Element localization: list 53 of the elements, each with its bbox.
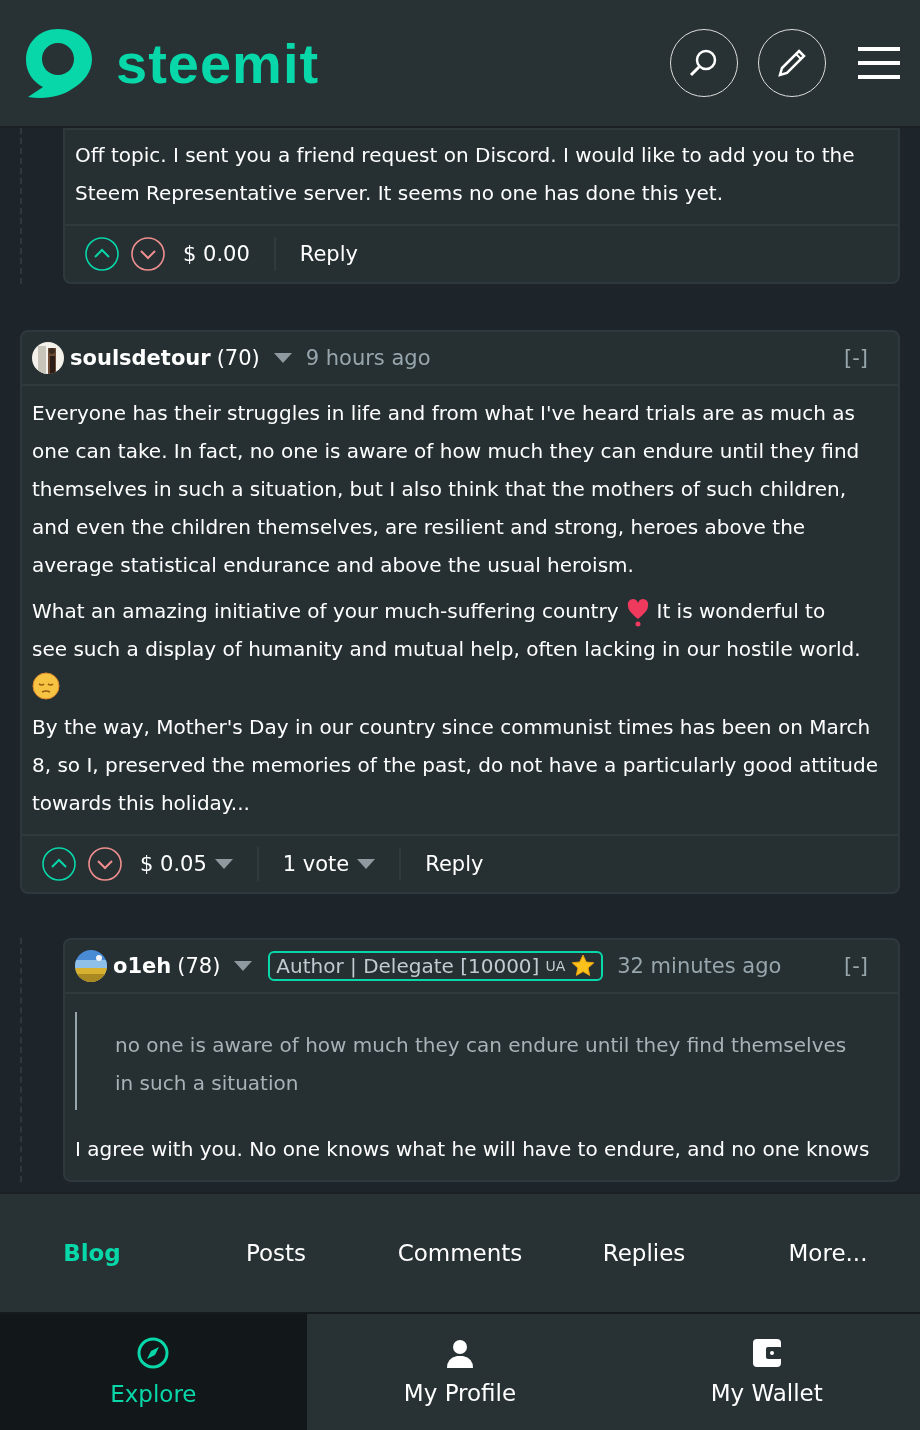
chevron-up-icon: [85, 237, 119, 271]
chevron-down-icon: [88, 847, 122, 881]
caret-icon: [234, 961, 253, 971]
profile-tab[interactable]: Replies: [552, 1240, 736, 1266]
user-icon: [445, 1338, 475, 1368]
comment-text: Off topic. I sent you a friend request on Discord. I would like to add you to the Steem Representative server. It seems no one has done this yet.: [75, 143, 855, 205]
quoted-text: no one is aware of how much they can endure until they find themselves in such a situation: [75, 1012, 888, 1110]
author-name[interactable]: o1eh: [113, 954, 172, 978]
payout-amount[interactable]: $ 0.00: [183, 242, 250, 266]
search-icon: [689, 48, 719, 78]
upvote-button[interactable]: [85, 237, 119, 271]
reputation-score: (70): [216, 346, 260, 370]
badge-suffix: UA: [545, 958, 566, 974]
profile-tab[interactable]: More...: [736, 1240, 920, 1266]
timestamp: 32 minutes ago: [617, 954, 782, 978]
chevron-down-icon: [131, 237, 165, 271]
caret-icon: [357, 859, 376, 869]
collapse-button[interactable]: [-]: [844, 346, 868, 370]
downvote-button[interactable]: [88, 847, 122, 881]
profile-tab[interactable]: Blog: [0, 1240, 184, 1266]
comment-text: By the way, Mother's Day in our country since communist times has been on March 8, so I, preserved the memories of the past, do not have a particularly good attitude towards this holiday...: [32, 715, 878, 815]
nav-button[interactable]: My Profile: [306, 1314, 614, 1430]
compass-icon: [137, 1337, 170, 1369]
downvote-button[interactable]: [131, 237, 165, 271]
menu-icon: [858, 46, 900, 80]
reputation-score: (78): [177, 954, 221, 978]
reply-link[interactable]: Reply: [425, 852, 484, 876]
caret-icon: [273, 353, 292, 363]
upvote-button[interactable]: [42, 847, 76, 881]
timestamp: 9 hours ago: [305, 346, 431, 370]
reply-link[interactable]: Reply: [299, 242, 358, 266]
comment-text: I agree with you. No one knows what he will have to endure, and no one knows: [75, 1137, 870, 1161]
pencil-icon: [777, 48, 807, 78]
comment-text: It is wonderful to: [656, 599, 826, 623]
nav-button[interactable]: My Wallet: [613, 1314, 920, 1430]
star-icon: [571, 954, 596, 978]
author-name[interactable]: soulsdetour: [70, 346, 211, 370]
comment-text: Everyone has their struggles in life and from what I've heard trials are as much as one can take. In fact, no one is aware of how much they can endure until they find themselves in such a situation, but I also think that the mothers of such children, and even the children themselves, are resilient and strong, heroes above the average statistical endurance and above the usual heroism.: [32, 401, 860, 577]
wallet-icon: [751, 1338, 782, 1368]
logo-text[interactable]: steemit: [116, 30, 320, 96]
payout-amount[interactable]: $ 0.05: [140, 852, 207, 876]
badge-text: Author | Delegate [10000]: [276, 954, 540, 978]
comment-text: see such a display of humanity and mutual help, often lacking in our hostile world.: [32, 636, 861, 663]
chevron-up-icon: [42, 847, 76, 881]
vote-count[interactable]: 1 vote: [282, 852, 350, 876]
profile-tab[interactable]: Comments: [368, 1240, 552, 1266]
collapse-button[interactable]: [-]: [844, 954, 868, 978]
sad-face-icon: [32, 672, 60, 700]
comment-text: What an amazing initiative of your much-suffering country: [32, 599, 619, 623]
profile-tab[interactable]: Posts: [184, 1240, 368, 1266]
heart-icon: [626, 598, 649, 627]
menu-button[interactable]: [858, 46, 900, 80]
nav-button[interactable]: Explore: [0, 1314, 307, 1430]
